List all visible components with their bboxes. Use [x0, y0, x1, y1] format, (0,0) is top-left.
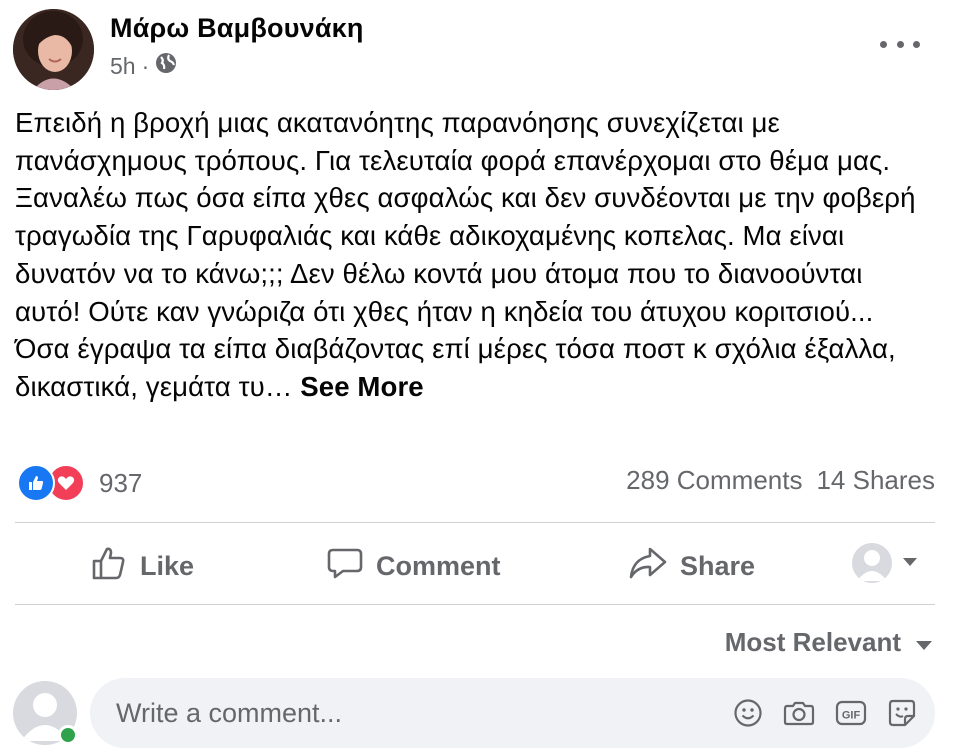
- shares-count[interactable]: 14 Shares: [816, 465, 935, 496]
- comment-label: Comment: [376, 550, 501, 581]
- comment-input[interactable]: [114, 696, 708, 730]
- comment-icon: [326, 544, 364, 589]
- reactions-summary[interactable]: 937: [17, 464, 143, 502]
- profile-avatar-icon: [852, 543, 892, 583]
- globe-icon: [155, 52, 177, 80]
- engagement-counts: 289 Comments 14 Shares: [626, 465, 935, 496]
- sort-label: Most Relevant: [724, 627, 901, 657]
- emoji-icon[interactable]: [733, 698, 763, 728]
- author-avatar[interactable]: [13, 9, 94, 90]
- post-meta: 5h ·: [110, 52, 177, 80]
- share-icon: [628, 544, 668, 589]
- sticker-icon[interactable]: [887, 698, 917, 728]
- divider: [15, 604, 935, 605]
- chevron-down-icon: [915, 627, 933, 658]
- like-button[interactable]: Like: [90, 540, 194, 592]
- gif-icon[interactable]: GIF: [835, 698, 867, 728]
- reaction-count: 937: [99, 467, 143, 498]
- online-status-indicator: [58, 725, 78, 745]
- divider: [15, 522, 935, 523]
- like-icon: [17, 464, 55, 502]
- comment-composer[interactable]: GIF: [90, 678, 935, 748]
- chevron-down-icon: [902, 554, 918, 572]
- see-more-link[interactable]: See More: [300, 371, 424, 402]
- comment-button[interactable]: Comment: [326, 540, 501, 592]
- meta-separator: ·: [141, 52, 150, 79]
- comment-sort-dropdown[interactable]: Most Relevant: [725, 627, 933, 658]
- author-name[interactable]: Μάρω Βαμβουνάκη: [110, 13, 364, 44]
- camera-icon[interactable]: [783, 698, 815, 728]
- reaction-profile-selector[interactable]: [852, 543, 918, 583]
- more-options-button[interactable]: [880, 32, 920, 56]
- share-button[interactable]: Share: [628, 540, 755, 592]
- comments-count[interactable]: 289 Comments: [626, 465, 802, 496]
- post-text: Επειδή η βροχή μιας ακατανόητης παρανόησ…: [15, 107, 916, 402]
- like-label: Like: [140, 550, 195, 581]
- thumbs-up-icon: [90, 544, 128, 589]
- post-time[interactable]: 5h: [110, 53, 136, 80]
- post-body: Επειδή η βροχή μιας ακατανόητης παρανόησ…: [15, 104, 935, 406]
- share-label: Share: [680, 550, 756, 581]
- svg-text:GIF: GIF: [842, 710, 861, 722]
